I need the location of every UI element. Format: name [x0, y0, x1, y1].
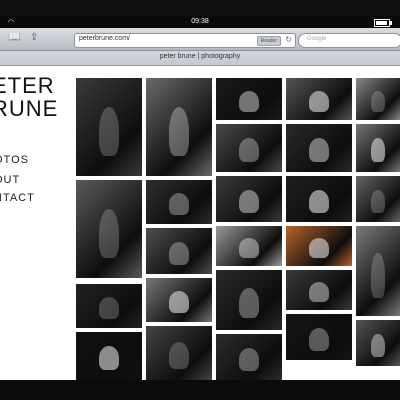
photo-thumbnail[interactable] [146, 228, 212, 274]
photo-subject [169, 291, 189, 314]
page-title-bar: peter brune | photography [0, 51, 400, 66]
photo-subject [309, 282, 329, 302]
photo-thumbnail[interactable] [76, 78, 142, 176]
photo-thumbnail[interactable] [286, 270, 352, 310]
photo-thumbnail[interactable] [356, 226, 400, 316]
nav-item-about[interactable]: OUT [0, 174, 20, 186]
device-bezel-top [0, 0, 400, 16]
reader-button[interactable]: Reader [256, 36, 281, 46]
photo-subject [309, 238, 329, 258]
logo-line-2: RUNE [0, 96, 59, 121]
photo-thumbnail[interactable] [216, 176, 282, 222]
photo-subject [309, 90, 329, 112]
photo-subject [239, 189, 259, 213]
search-field[interactable]: Google [298, 33, 400, 48]
photo-thumbnail[interactable] [76, 180, 142, 278]
photo-subject [239, 138, 259, 163]
photo-subject [371, 138, 385, 163]
address-bar[interactable]: peterbrune.com/ Reader ↻ [74, 33, 296, 48]
logo-line-1: ETER [0, 73, 55, 98]
bookmarks-icon[interactable]: 📖 [8, 32, 20, 43]
photo-subject [169, 107, 189, 157]
photo-thumbnail[interactable] [216, 270, 282, 330]
photo-thumbnail[interactable] [76, 332, 142, 380]
photo-subject [99, 346, 119, 371]
nav-item-contact[interactable]: NTACT [0, 192, 35, 204]
photo-subject [371, 90, 385, 112]
browser-toolbar: 📖 ⇪ peterbrune.com/ Reader ↻ Google [0, 28, 400, 51]
photo-thumbnail[interactable] [216, 334, 282, 380]
reload-icon[interactable]: ↻ [285, 35, 292, 44]
website-content: ETER RUNE OTOS OUT NTACT [0, 66, 400, 380]
photo-thumbnail[interactable] [216, 226, 282, 266]
photo-subject [99, 107, 119, 157]
photo-thumbnail[interactable] [76, 284, 142, 328]
device-bezel-bottom [0, 380, 400, 400]
photo-subject [309, 327, 329, 351]
status-bar: ◠ 09:38 [0, 16, 400, 28]
photo-subject [309, 138, 329, 163]
photo-thumbnail[interactable] [146, 278, 212, 322]
battery-fill [376, 21, 387, 25]
photo-thumbnail[interactable] [286, 226, 352, 266]
photo-thumbnail[interactable] [216, 78, 282, 120]
battery-icon [374, 19, 392, 27]
photo-thumbnail[interactable] [356, 320, 400, 366]
photo-subject [99, 297, 119, 320]
search-placeholder: Google [307, 36, 327, 42]
photo-thumbnail[interactable] [286, 78, 352, 120]
url-text: peterbrune.com/ [79, 35, 130, 42]
photo-thumbnail[interactable] [356, 124, 400, 172]
photo-subject [239, 238, 259, 258]
page-title: peter brune | photography [159, 53, 241, 60]
photo-subject [371, 253, 385, 298]
photo-subject [239, 347, 259, 371]
photo-subject [239, 90, 259, 112]
photo-subject [239, 288, 259, 318]
photo-thumbnail[interactable] [146, 180, 212, 224]
status-time: 09:38 [191, 18, 209, 25]
photo-thumbnail[interactable] [286, 314, 352, 360]
photo-thumbnail[interactable] [146, 78, 212, 176]
photo-subject [169, 193, 189, 216]
photo-thumbnail[interactable] [356, 176, 400, 222]
photo-subject [309, 189, 329, 213]
photo-subject [99, 209, 119, 259]
photo-subject [371, 189, 385, 213]
photo-thumbnail[interactable] [286, 124, 352, 172]
photo-subject [169, 241, 189, 265]
share-icon[interactable]: ⇪ [30, 32, 38, 43]
nav-item-photos[interactable]: OTOS [0, 154, 29, 166]
photo-thumbnail[interactable] [286, 176, 352, 222]
photo-thumbnail[interactable] [216, 124, 282, 172]
photo-subject [169, 342, 189, 370]
photo-subject [371, 333, 385, 357]
site-logo[interactable]: ETER RUNE [0, 74, 58, 120]
photo-thumbnail[interactable] [146, 326, 212, 380]
photo-thumbnail[interactable] [356, 78, 400, 120]
